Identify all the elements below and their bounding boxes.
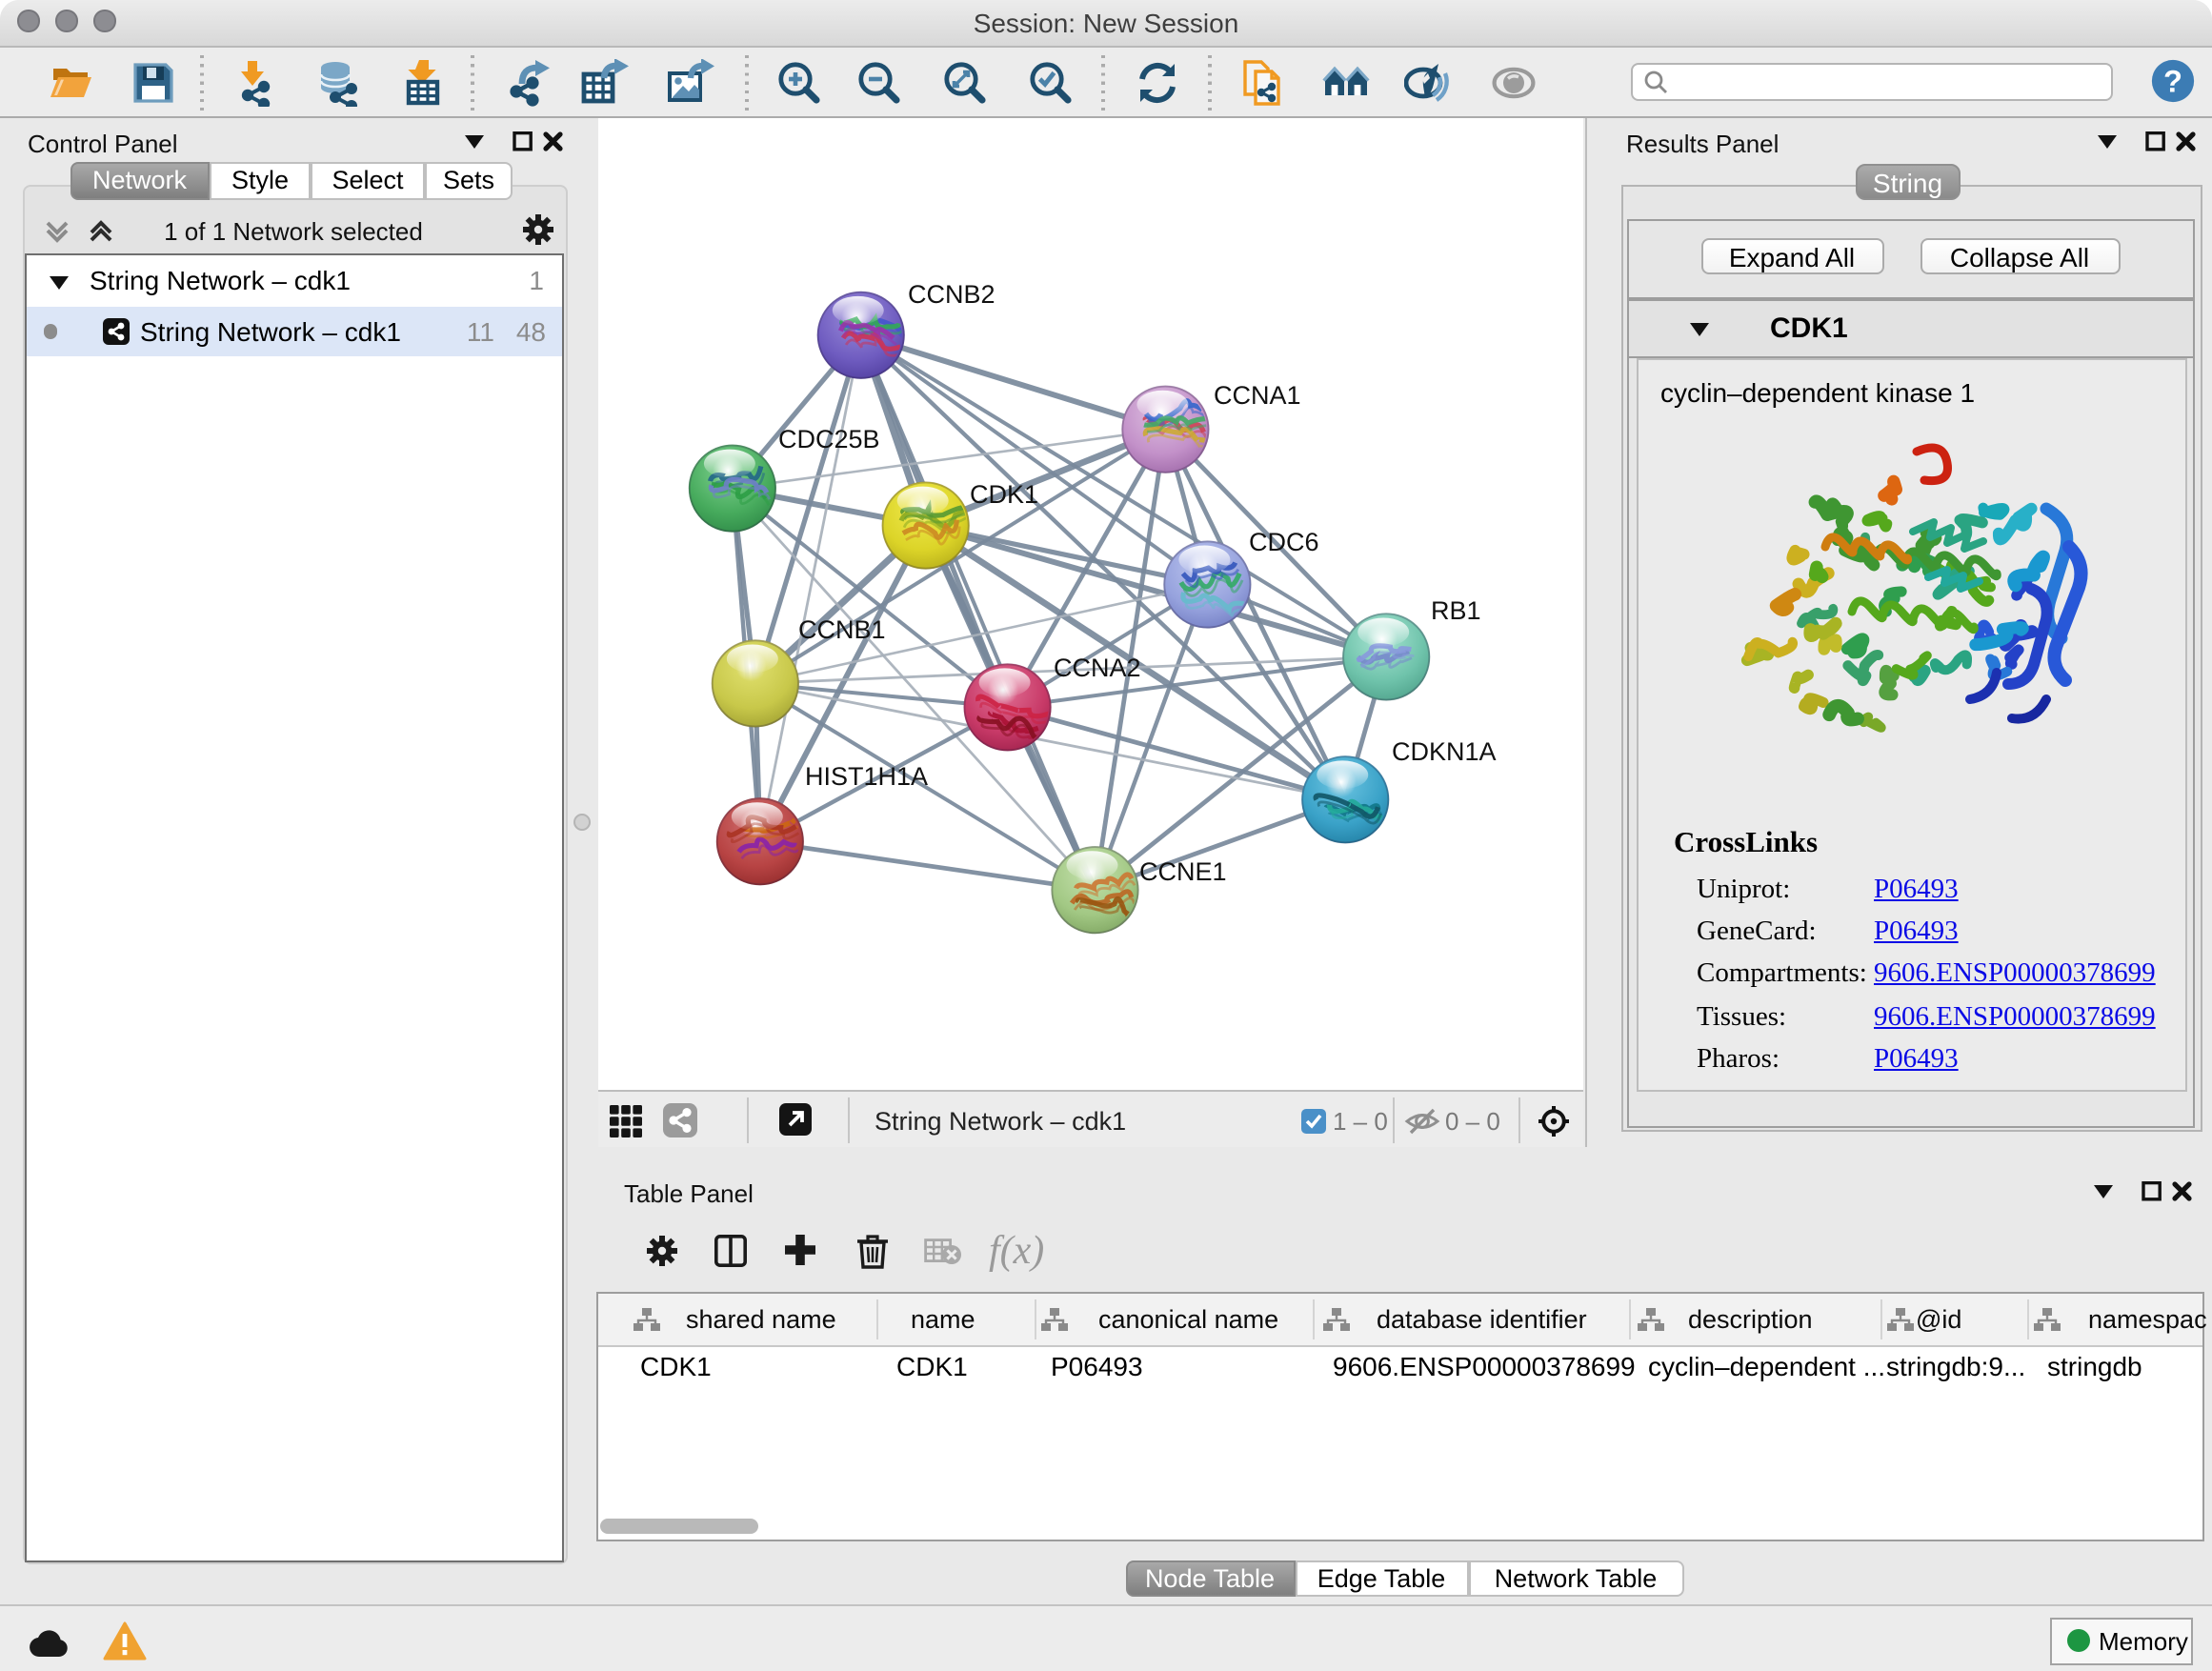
svg-text:?: ? [2163,64,2182,99]
